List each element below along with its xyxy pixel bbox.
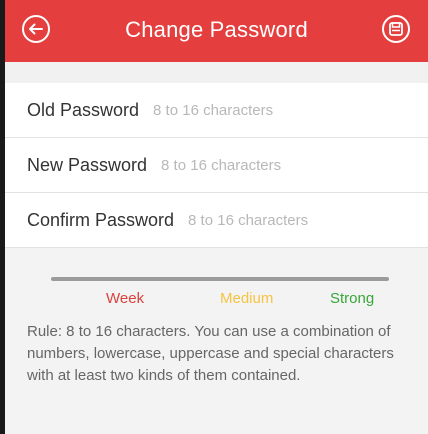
strength-bar	[51, 277, 389, 281]
password-strength-panel: Week Medium Strong Rule: 8 to 16 charact…	[5, 253, 428, 434]
strength-medium-label: Medium	[220, 290, 274, 307]
save-icon[interactable]	[381, 14, 411, 44]
old-password-field[interactable]	[151, 100, 386, 120]
old-password-label: Old Password	[27, 99, 140, 120]
strength-strong-label: Strong	[330, 290, 375, 307]
strength-weak-label: Week	[106, 290, 145, 307]
header-bar: Change Password	[5, 0, 428, 62]
new-password-row: New Password	[5, 138, 428, 193]
confirm-password-row: Confirm Password	[5, 193, 428, 248]
old-password-row: Old Password	[5, 83, 428, 138]
password-form: Old Password New Password Confirm Passwo…	[5, 83, 428, 248]
confirm-password-field[interactable]	[186, 210, 421, 230]
section-gap	[5, 62, 428, 83]
new-password-field[interactable]	[159, 155, 394, 175]
new-password-label: New Password	[27, 154, 148, 175]
confirm-password-label: Confirm Password	[27, 209, 175, 230]
password-rule-text: Rule: 8 to 16 characters. You can use a …	[27, 323, 394, 384]
page-title: Change Password	[125, 17, 308, 42]
